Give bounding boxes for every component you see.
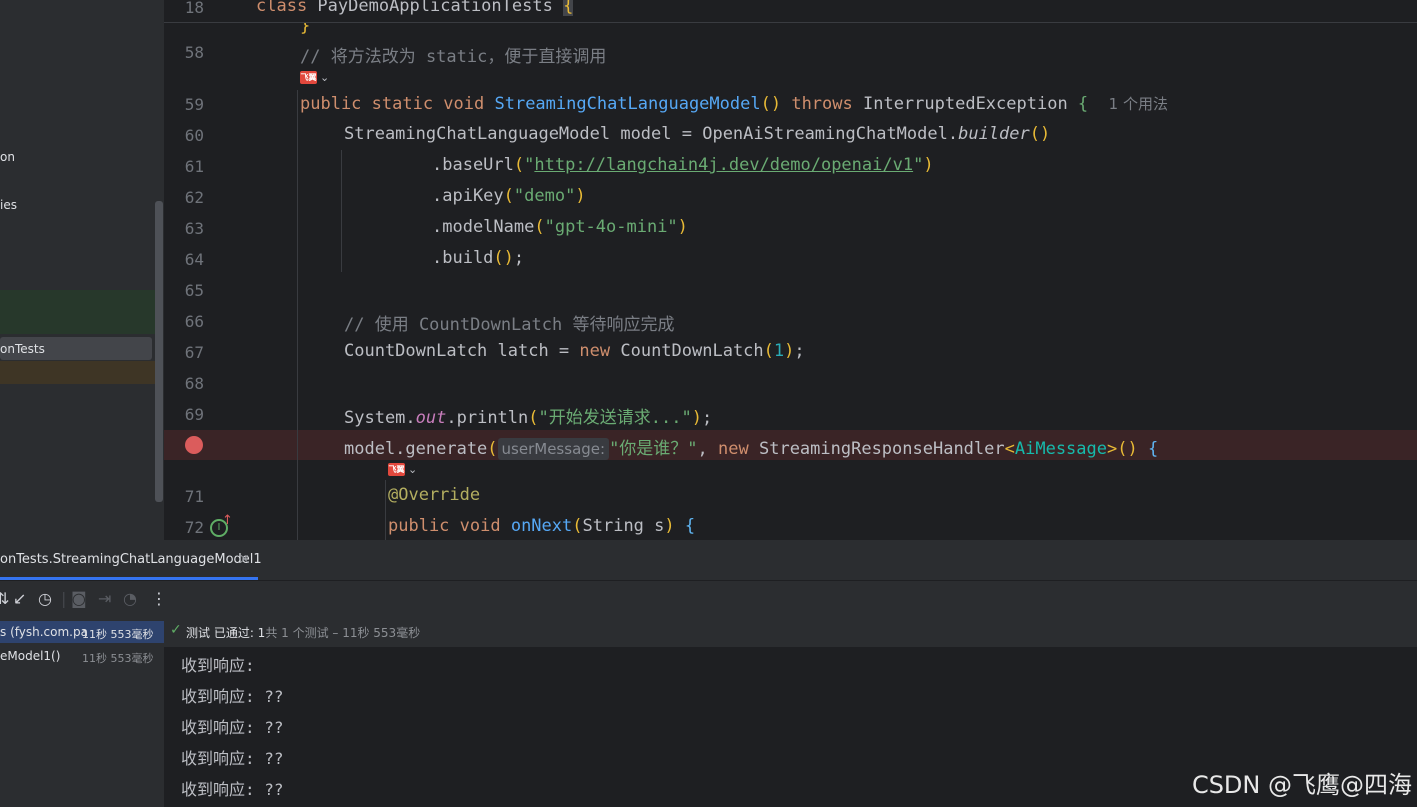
chevron-down-icon[interactable]: ⌄ [320, 71, 329, 84]
line-number: 64 [184, 250, 204, 269]
project-tree-item[interactable]: on [0, 150, 15, 164]
line-number: 59 [184, 95, 204, 114]
line-number: 72 [184, 518, 204, 537]
parameter-hint: userMessage: [497, 438, 610, 460]
console-line: 收到响应: ?? [181, 749, 284, 768]
check-icon: ✓ [170, 622, 182, 638]
code-line: public void onNext(String s) { [388, 516, 696, 536]
console-line: 收到响应: ?? [181, 718, 284, 737]
code-line: @Override [388, 485, 481, 505]
console-line: 收到响应: [181, 656, 255, 675]
gauge-icon[interactable]: ◔ [123, 589, 137, 608]
line-number: 71 [184, 487, 204, 506]
code-line: .build(); [432, 248, 525, 268]
code-editor[interactable]: 18 class PayDemoApplicationTests { } 58 … [164, 0, 1417, 540]
line-number: 60 [184, 126, 204, 145]
history-icon[interactable]: ◷ [38, 589, 52, 608]
camera-icon[interactable]: ◙ [71, 589, 87, 608]
ai-logo-icon: 飞翼 [388, 463, 405, 476]
code-line: .baseUrl("http://langchain4j.dev/demo/op… [432, 155, 934, 175]
run-tab-bar: onTests.StreamingChatLanguageModel1 × [0, 540, 1417, 581]
test-duration: 11秒 553毫秒 [82, 628, 154, 641]
test-status-bar: ✓ 测试 已通过: 1共 1 个测试 – 11秒 553毫秒 [164, 617, 1417, 647]
code-line: StreamingChatLanguageModel model = OpenA… [344, 124, 1051, 144]
line-number: 67 [184, 343, 204, 362]
code-line: public static void StreamingChatLanguage… [300, 94, 1168, 114]
code-line: class PayDemoApplicationTests { [256, 0, 574, 16]
indent-guide [341, 150, 342, 272]
url-link[interactable]: http://langchain4j.dev/demo/openai/v1 [534, 155, 913, 175]
line-number: 62 [184, 188, 204, 207]
import-icon[interactable]: ⇥ [98, 589, 111, 608]
breakpoint-gutter-highlight [164, 430, 252, 460]
breakpoint-icon[interactable] [185, 436, 203, 454]
line-number: 69 [184, 405, 204, 424]
line-number: 18 [184, 0, 204, 17]
code-line: CountDownLatch latch = new CountDownLatc… [344, 341, 805, 361]
ai-logo-icon: 飞翼 [300, 71, 317, 84]
run-tab[interactable]: onTests.StreamingChatLanguageModel1 [0, 552, 262, 567]
code-line: .modelName("gpt-4o-mini") [432, 217, 688, 237]
test-tree: s (fysh.com.pa 11秒 553毫秒 eModel1() 11秒 5… [0, 617, 164, 807]
code-line: System.out.println("开始发送请求..."); [344, 408, 713, 428]
test-duration: 11秒 553毫秒 [82, 652, 154, 665]
project-tree-item[interactable]: ies [0, 198, 17, 212]
sticky-class-header[interactable]: 18 class PayDemoApplicationTests { [164, 0, 1417, 23]
project-panel: on ies onTests [0, 0, 164, 540]
toolbar-separator: | [61, 589, 67, 608]
test-tree-item[interactable]: eModel1() [0, 649, 60, 663]
test-status-text: 测试 已通过: 1共 1 个测试 – 11秒 553毫秒 [186, 626, 421, 640]
project-scrollbar[interactable] [155, 201, 163, 502]
usage-hint[interactable]: 1 个用法 [1109, 95, 1168, 113]
arrow-up-icon: ↑ [222, 513, 233, 528]
sort-icon[interactable]: ⇅ [0, 589, 9, 608]
code-line: .apiKey("demo") [432, 186, 586, 206]
console-line: 收到响应: ?? [181, 687, 284, 706]
line-number: 68 [184, 374, 204, 393]
code-line: // 使用 CountDownLatch 等待响应完成 [344, 315, 675, 335]
ai-assistant-badge[interactable]: 飞翼 ⌄ [388, 463, 417, 476]
export-icon[interactable]: ↙ [13, 589, 26, 608]
project-tree-item-selected[interactable]: onTests [0, 342, 45, 356]
line-number: 61 [184, 157, 204, 176]
test-tree-item[interactable]: s (fysh.com.pa [0, 625, 88, 639]
code-line: model.generate(userMessage: "你是谁？", new S… [344, 438, 1159, 460]
line-number: 63 [184, 219, 204, 238]
run-toolbar: ⇅ ↙ ◷ | ◙ ⇥ ◔ ⋮ [0, 581, 1417, 617]
more-icon[interactable]: ⋮ [151, 589, 167, 608]
chevron-down-icon[interactable]: ⌄ [408, 463, 417, 476]
indent-guide [297, 90, 298, 540]
line-number: 65 [184, 281, 204, 300]
project-tree-highlight-alt [0, 361, 155, 384]
line-number: 58 [184, 43, 204, 62]
line-number: 66 [184, 312, 204, 331]
watermark: CSDN @飞鹰@四海 [1191, 771, 1412, 799]
console-line: 收到响应: ?? [181, 780, 284, 799]
ai-assistant-badge[interactable]: 飞翼 ⌄ [300, 71, 329, 84]
active-tab-indicator [0, 577, 258, 580]
indent-guide [385, 480, 386, 540]
close-icon[interactable]: × [239, 552, 250, 567]
project-tree-highlight [0, 290, 155, 334]
code-line: // 将方法改为 static，便于直接调用 [300, 47, 607, 67]
